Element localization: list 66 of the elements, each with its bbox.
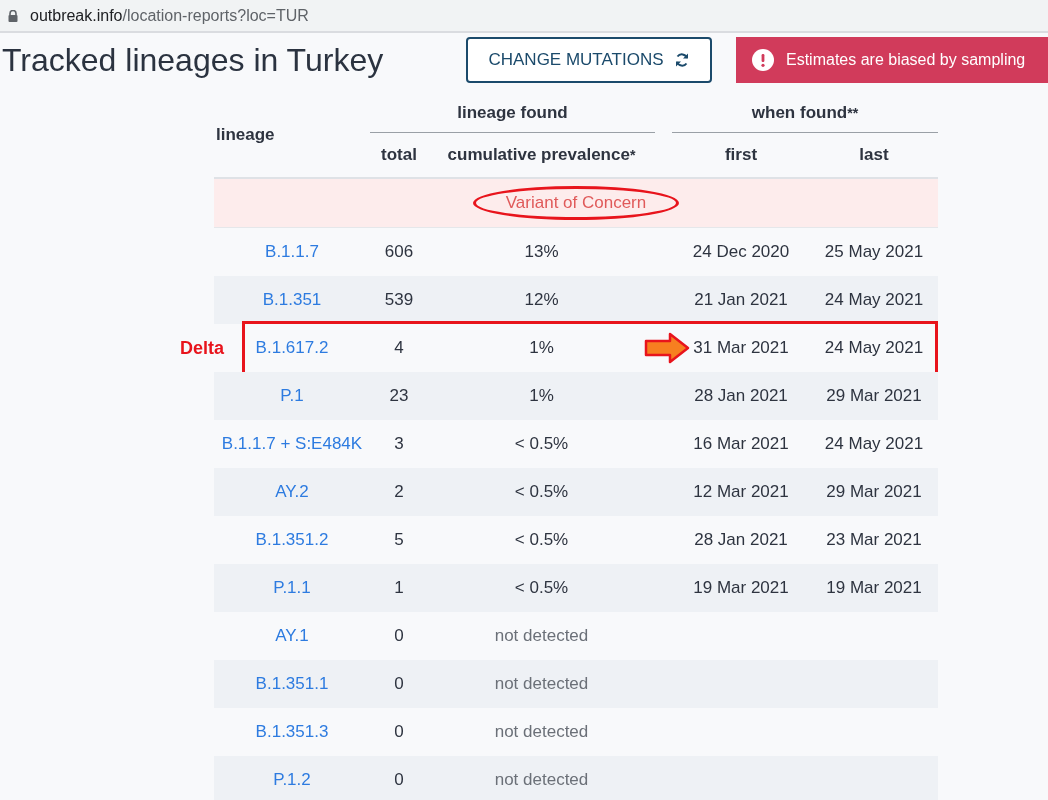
table-cell-text: 0 [393, 770, 405, 790]
table-cell-text: 24 May 2021 [823, 290, 925, 310]
table-cell-text: 24 May 2021 [823, 434, 925, 454]
table-cell-text: 0 [393, 626, 405, 646]
table-cell-text: 19 Mar 2021 [825, 578, 923, 598]
lineage-link[interactable]: P.1 [214, 386, 370, 406]
table-cell-text: 21 Jan 2021 [693, 290, 789, 310]
table-cell-text: 19 Mar 2021 [692, 578, 790, 598]
page-title: Tracked lineages in Turkey [1, 41, 385, 79]
table-cell-text: 1% [528, 338, 555, 358]
lineage-link[interactable]: AY.1 [214, 626, 370, 646]
table-cell-text: not detected [493, 770, 590, 790]
lineage-link[interactable]: B.1.351.1 [214, 674, 370, 694]
url-text: outbreak.info/location-reports?loc=TUR [30, 6, 309, 25]
table-cell-text: 23 [388, 386, 410, 406]
table-cell-text: < 0.5% [513, 578, 570, 598]
table-cell-text: 24 May 2021 [823, 338, 925, 358]
column-header: last [858, 144, 890, 166]
table-cell-text: 25 May 2021 [823, 242, 925, 262]
table-cell-text: 539 [383, 290, 415, 310]
lock-icon [8, 9, 18, 22]
column-group-header: lineage found [370, 93, 655, 133]
table-cell-text: 0 [393, 674, 405, 694]
table-cell-text: 29 Mar 2021 [825, 482, 923, 502]
table-cell-text: 3 [393, 434, 405, 454]
table-cell-text: < 0.5% [513, 482, 570, 502]
refresh-icon [673, 52, 690, 68]
lineage-link[interactable]: P.1.2 [214, 770, 370, 790]
table-cell-text: 31 Mar 2021 [692, 338, 790, 358]
column-header: total [380, 144, 418, 166]
table-cell-text: 5 [393, 530, 405, 550]
table-cell-text: 2 [393, 482, 405, 502]
table-cell-text: 24 Dec 2020 [691, 242, 791, 262]
lineage-link[interactable]: B.1.1.7 [214, 242, 370, 262]
table-cell-text: < 0.5% [513, 434, 570, 454]
lineage-link[interactable]: B.1.1.7 + S:E484K [214, 434, 370, 454]
table-cell-text: not detected [493, 722, 590, 742]
lineage-link[interactable]: AY.2 [214, 482, 370, 502]
table-cell-text: 28 Jan 2021 [693, 386, 789, 406]
lineage-link[interactable]: B.1.351.2 [214, 530, 370, 550]
lineage-link[interactable]: B.1.351.3 [214, 722, 370, 742]
table-cell-text: not detected [493, 626, 590, 646]
column-header: lineage [215, 124, 276, 146]
address-bar[interactable]: outbreak.info/location-reports?loc=TUR [0, 0, 1048, 33]
exclamation-icon [752, 49, 774, 71]
warning-text: Estimates are biased by sampling [786, 51, 1026, 69]
lineage-link[interactable]: B.1.351 [214, 290, 370, 310]
table-cell-text: < 0.5% [513, 530, 570, 550]
table-cell-text: 606 [383, 242, 415, 262]
annotation-label: Delta [180, 337, 224, 359]
table-cell-text: 12% [523, 290, 560, 310]
table-cell-text: not detected [493, 674, 590, 694]
column-header: first [723, 144, 759, 166]
change-mutations-button[interactable]: CHANGE MUTATIONS [466, 37, 712, 83]
lineage-link[interactable]: P.1.1 [214, 578, 370, 598]
table-cell-text: 28 Jan 2021 [693, 530, 789, 550]
table-cell-text: 13% [523, 242, 560, 262]
section-label: Variant of Concern [472, 186, 680, 220]
table-cell-text: 23 Mar 2021 [825, 530, 923, 550]
table-cell-text: 1% [528, 386, 555, 406]
table-cell-text: 1 [393, 578, 405, 598]
table-cell-text: 12 Mar 2021 [692, 482, 790, 502]
table-cell-text: 4 [393, 338, 405, 358]
table-cell-text: 29 Mar 2021 [825, 386, 923, 406]
table-cell-text: 16 Mar 2021 [692, 434, 790, 454]
table-cell-text: 0 [393, 722, 405, 742]
